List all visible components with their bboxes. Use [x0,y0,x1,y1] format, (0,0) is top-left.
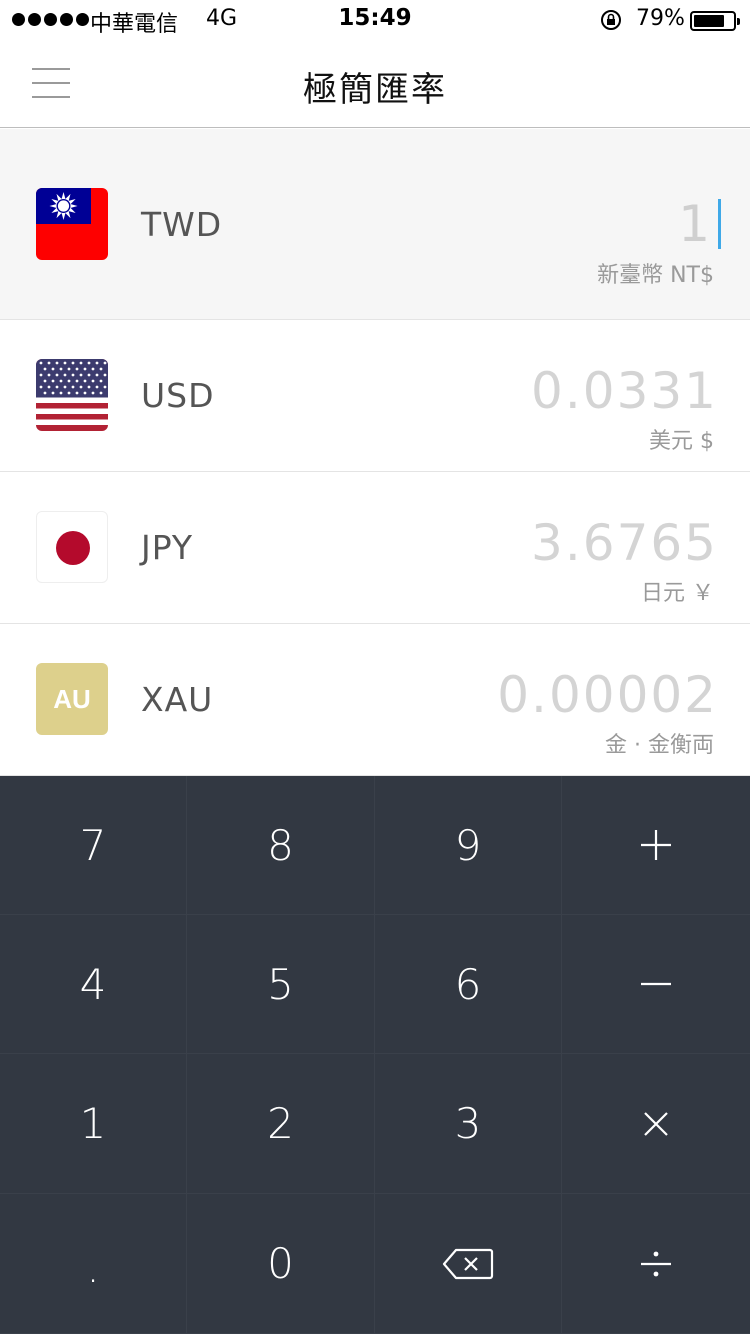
key-decimal[interactable]: . [0,1194,187,1334]
currency-list: TWD 1 新臺幣 NT$ USD 0.0331 美元 $ JPY 3.6765… [0,129,750,776]
currency-code: XAU [141,680,214,719]
battery-percentage: 79% [636,6,685,31]
currency-row-xau[interactable]: AU XAU 0.00002 金 · 金衡両 [0,624,750,776]
currency-amount: 1 [678,195,712,253]
currency-amount: 3.6765 [531,514,718,572]
key-4[interactable]: 4 [0,915,187,1054]
keypad: 7 8 9 4 5 6 1 2 3 . 0 [0,776,750,1334]
currency-name: 新臺幣 NT$ [597,263,714,288]
currency-row-usd[interactable]: USD 0.0331 美元 $ [0,320,750,472]
currency-name: 美元 $ [649,429,714,454]
key-2[interactable]: 2 [187,1054,375,1194]
currency-code: JPY [141,528,194,567]
key-minus[interactable] [562,915,750,1054]
rotation-lock-icon [601,10,621,30]
gold-au-icon: AU [36,663,108,735]
app-root: 中華電信 4G 15:49 79% 極簡匯率 TWD 1 新臺幣 NT$ USD… [0,0,750,1334]
minus-icon [641,982,671,986]
currency-code: TWD [141,205,223,244]
currency-amount: 0.0331 [531,362,718,420]
currency-name: 金 · 金衡両 [605,733,714,758]
backspace-icon [442,1248,494,1279]
key-1[interactable]: 1 [0,1054,187,1194]
plus-icon [641,830,671,860]
text-cursor [718,199,721,249]
currency-row-twd[interactable]: TWD 1 新臺幣 NT$ [0,129,750,320]
us-flag-icon [36,359,108,431]
page-title: 極簡匯率 [303,70,447,110]
key-0[interactable]: 0 [187,1194,375,1334]
key-divide[interactable] [562,1194,750,1334]
key-7[interactable]: 7 [0,776,187,915]
key-multiply[interactable] [562,1054,750,1194]
key-3[interactable]: 3 [375,1054,562,1194]
currency-row-jpy[interactable]: JPY 3.6765 日元 ￥ [0,472,750,624]
nav-bar: 極簡匯率 [0,40,750,128]
status-bar: 中華電信 4G 15:49 79% [0,0,750,40]
key-6[interactable]: 6 [375,915,562,1054]
key-8[interactable]: 8 [187,776,375,915]
key-9[interactable]: 9 [375,776,562,915]
japan-flag-icon [36,511,108,583]
key-backspace[interactable] [375,1194,562,1334]
taiwan-flag-icon [36,188,108,260]
key-5[interactable]: 5 [187,915,375,1054]
battery-icon [690,11,740,31]
key-plus[interactable] [562,776,750,915]
currency-amount: 0.00002 [497,666,718,724]
divide-icon [641,1251,671,1276]
currency-name: 日元 ￥ [641,581,714,606]
currency-code: USD [141,376,215,415]
multiply-icon [644,1111,668,1136]
battery-fill [694,15,725,27]
